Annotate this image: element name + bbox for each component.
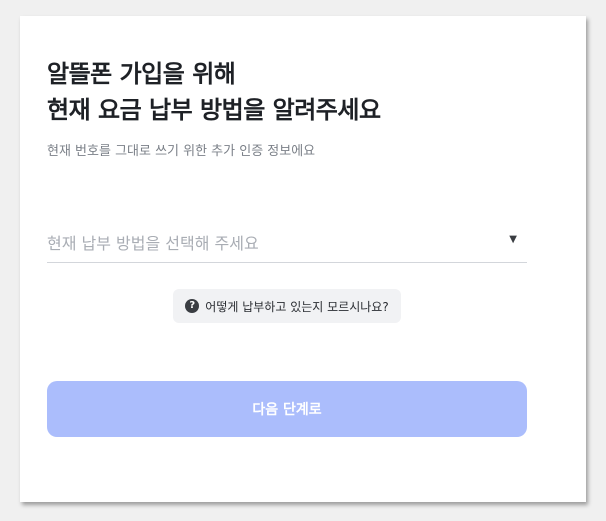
caret-down-icon: ▼	[509, 234, 517, 245]
payment-method-placeholder: 현재 납부 방법을 선택해 주세요	[47, 234, 259, 253]
title-line-2: 현재 요금 납부 방법을 알려주세요	[47, 96, 381, 124]
payment-help-button[interactable]: ? 어떻게 납부하고 있는지 모르시나요?	[173, 289, 401, 323]
question-circle-icon: ?	[185, 299, 200, 313]
next-step-button[interactable]: 다음 단계로	[47, 381, 527, 437]
form-card: 알뜰폰 가입을 위해 현재 요금 납부 방법을 알려주세요 현재 번호를 그대로…	[20, 16, 586, 502]
payment-help-label: 어떻게 납부하고 있는지 모르시나요?	[205, 299, 389, 314]
help-link-container: ? 어떻게 납부하고 있는지 모르시나요?	[47, 289, 527, 323]
payment-method-select[interactable]: 현재 납부 방법을 선택해 주세요 ▼	[47, 222, 527, 263]
page-subtitle: 현재 번호를 그대로 쓰기 위한 추가 인증 정보에요	[47, 144, 316, 159]
page-title: 알뜰폰 가입을 위해 현재 요금 납부 방법을 알려주세요	[47, 56, 381, 128]
title-line-1: 알뜰폰 가입을 위해	[47, 60, 236, 88]
